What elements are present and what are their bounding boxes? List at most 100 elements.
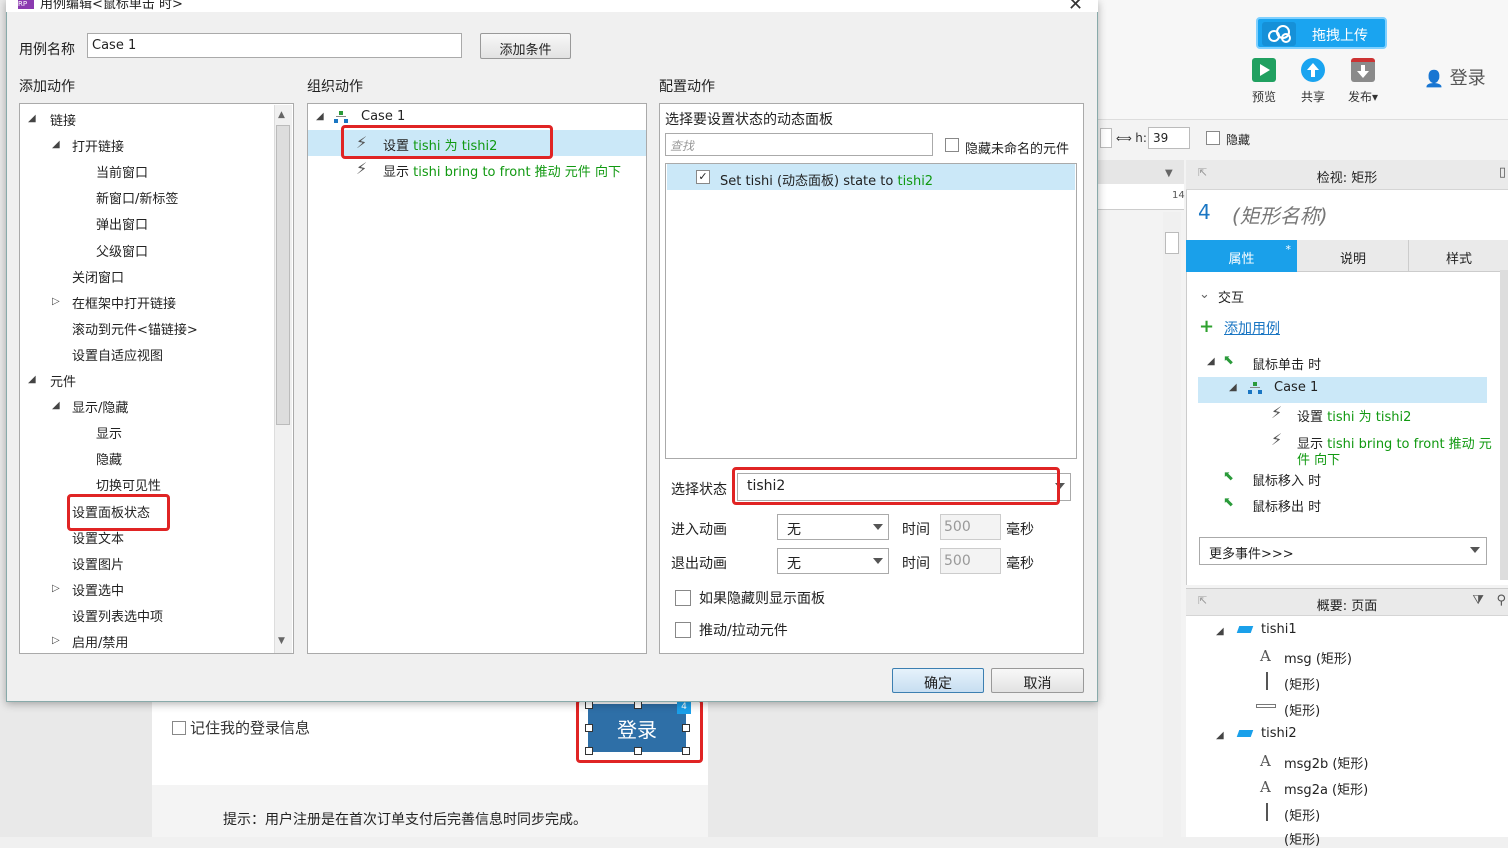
h-input[interactable]: 39	[1148, 127, 1190, 149]
pin-icon[interactable]: ⇱	[1198, 594, 1207, 607]
exit-anim-dropdown[interactable]: 无	[777, 548, 889, 574]
resize-handle[interactable]	[585, 724, 593, 732]
collapsed-triangle-icon[interactable]: ▷	[52, 635, 60, 646]
organize-action-show[interactable]: 显示 tishi bring to front 推动 元件 向下	[383, 161, 621, 180]
tab-properties[interactable]: 属性 *	[1186, 240, 1297, 272]
outline-item[interactable]: msg (矩形)	[1284, 648, 1352, 667]
expand-triangle-icon[interactable]: ◢	[1229, 382, 1237, 393]
expand-triangle-icon[interactable]: ◢	[28, 113, 36, 124]
organize-case-label[interactable]: Case 1	[361, 109, 405, 124]
action-tree-item[interactable]: 启用/禁用	[72, 632, 128, 651]
action-tree-item[interactable]: 隐藏	[96, 449, 122, 468]
scroll-up-icon[interactable]: ▲	[278, 110, 285, 120]
scroll-down-icon[interactable]: ▼	[278, 636, 285, 646]
expand-triangle-icon[interactable]: ◢	[52, 139, 60, 150]
exit-time-input[interactable]: 500	[940, 548, 1001, 574]
collapse-arrow-icon[interactable]: ▼	[1165, 168, 1173, 179]
action-tree-item[interactable]: 元件	[50, 371, 76, 390]
outline-item[interactable]: (矩形)	[1284, 829, 1320, 848]
cancel-button[interactable]: 取消	[991, 668, 1084, 693]
close-icon[interactable]: ✕	[1068, 0, 1083, 15]
collapsed-triangle-icon[interactable]: ▷	[52, 296, 60, 307]
remember-me[interactable]: 记住我的登录信息	[172, 717, 310, 738]
filter-icon[interactable]: ⧩	[1472, 593, 1484, 608]
action-tree-item[interactable]: 显示	[96, 423, 122, 442]
inspector-scrollbar[interactable]	[1500, 270, 1508, 580]
outline-item[interactable]: (矩形)	[1284, 700, 1320, 719]
action-tree-item[interactable]: 设置图片	[72, 554, 124, 573]
action-tree-item[interactable]: 在框架中打开链接	[72, 293, 176, 312]
enter-anim-dropdown[interactable]: 无	[777, 514, 889, 540]
outline-item[interactable]: tishi2	[1261, 726, 1297, 741]
action-tree-item[interactable]: 打开链接	[72, 136, 124, 155]
tab-notes[interactable]: 说明	[1298, 240, 1409, 272]
canvas-scrollbar[interactable]	[1163, 212, 1181, 837]
resize-handle[interactable]	[585, 701, 593, 709]
action-tree-item[interactable]: 新窗口/新标签	[96, 188, 178, 207]
event-hover-out[interactable]: 鼠标移出 时	[1252, 496, 1321, 515]
resize-handle[interactable]	[682, 747, 690, 755]
add-icon[interactable]: +	[1199, 316, 1214, 337]
collapsed-triangle-icon[interactable]: ▷	[52, 583, 60, 594]
outline-item[interactable]: tishi1	[1261, 622, 1297, 637]
page-icon[interactable]: ▯	[1499, 165, 1506, 180]
outline-item[interactable]: msg2b (矩形)	[1284, 753, 1369, 772]
add-case-link[interactable]: 添加用例	[1224, 318, 1280, 338]
action-set-panel[interactable]: 设置 tishi 为 tishi2	[1297, 406, 1411, 425]
action-tree-item[interactable]: 当前窗口	[96, 162, 148, 181]
more-events-dropdown[interactable]: 更多事件>>>	[1199, 537, 1487, 565]
case-name-input[interactable]: Case 1	[87, 33, 462, 58]
push-widgets-checkbox[interactable]	[675, 622, 691, 638]
pin-icon[interactable]: ⇱	[1198, 166, 1207, 179]
outline-item[interactable]: msg2a (矩形)	[1284, 779, 1368, 798]
hide-unnamed-checkbox[interactable]	[945, 138, 959, 152]
action-tree-item[interactable]: 设置选中	[72, 580, 124, 599]
resize-handle[interactable]	[634, 747, 642, 755]
action-tree-item[interactable]: 链接	[50, 110, 76, 129]
share-button[interactable]: 共享	[1291, 58, 1335, 105]
action-tree-item[interactable]: 设置自适应视图	[72, 345, 163, 364]
event-hover-in[interactable]: 鼠标移入 时	[1252, 470, 1321, 489]
highlight-box	[341, 125, 553, 159]
expand-triangle-icon[interactable]: ◢	[52, 400, 60, 411]
preview-button[interactable]: 预览	[1242, 58, 1286, 105]
resize-handle[interactable]	[585, 747, 593, 755]
expand-triangle-icon[interactable]: ◢	[316, 111, 324, 122]
hide-checkbox[interactable]	[1206, 131, 1220, 145]
widget-name-field[interactable]: (矩形名称)	[1232, 200, 1328, 229]
add-condition-button[interactable]: 添加条件	[480, 33, 571, 59]
remember-checkbox[interactable]	[172, 721, 186, 735]
login-button[interactable]: 登录	[588, 704, 686, 752]
action-tree-item[interactable]: 设置列表选中项	[72, 606, 163, 625]
upload-button[interactable]: 拖拽上传	[1256, 17, 1387, 49]
outline-item[interactable]: (矩形)	[1284, 805, 1320, 824]
action-tree-item[interactable]: 显示/隐藏	[72, 397, 128, 416]
selected-case-row[interactable]	[1198, 377, 1487, 403]
action-tree-item[interactable]: 滚动到元件<锚链接>	[72, 319, 198, 338]
publish-button[interactable]: 发布▾	[1341, 58, 1385, 105]
expand-triangle-icon[interactable]: ◢	[1207, 356, 1215, 367]
tab-style[interactable]: 样式	[1410, 240, 1508, 272]
enter-time-input[interactable]: 500	[940, 514, 1001, 540]
event-click[interactable]: 鼠标单击 时	[1252, 354, 1321, 373]
show-if-hidden-checkbox[interactable]	[675, 590, 691, 606]
action-tree-item[interactable]: 切换可见性	[96, 475, 161, 494]
action-tree-item[interactable]: 弹出窗口	[96, 214, 148, 233]
w-field[interactable]	[1100, 128, 1112, 148]
panel-search-input[interactable]: 查找	[665, 133, 933, 156]
resize-handle[interactable]	[634, 701, 642, 709]
action-tree-item[interactable]: 父级窗口	[96, 241, 148, 260]
canvas-scroll-thumb[interactable]	[1165, 232, 1179, 254]
chevron-down-icon[interactable]: ⌄	[1199, 287, 1210, 302]
ok-button[interactable]: 确定	[892, 668, 984, 693]
search-icon[interactable]: ⚲	[1496, 593, 1506, 608]
action-tree-item[interactable]: 关闭窗口	[72, 267, 124, 286]
expand-triangle-icon[interactable]: ◢	[1216, 626, 1224, 637]
expand-triangle-icon[interactable]: ◢	[1216, 730, 1224, 741]
outline-item[interactable]: (矩形)	[1284, 674, 1320, 693]
panel-checkbox-checked[interactable]: ✓	[696, 170, 710, 184]
resize-handle[interactable]	[682, 724, 690, 732]
expand-triangle-icon[interactable]: ◢	[28, 374, 36, 385]
action-tree-scroll-thumb[interactable]	[276, 125, 290, 425]
login-link[interactable]: 👤 登录	[1424, 64, 1486, 90]
